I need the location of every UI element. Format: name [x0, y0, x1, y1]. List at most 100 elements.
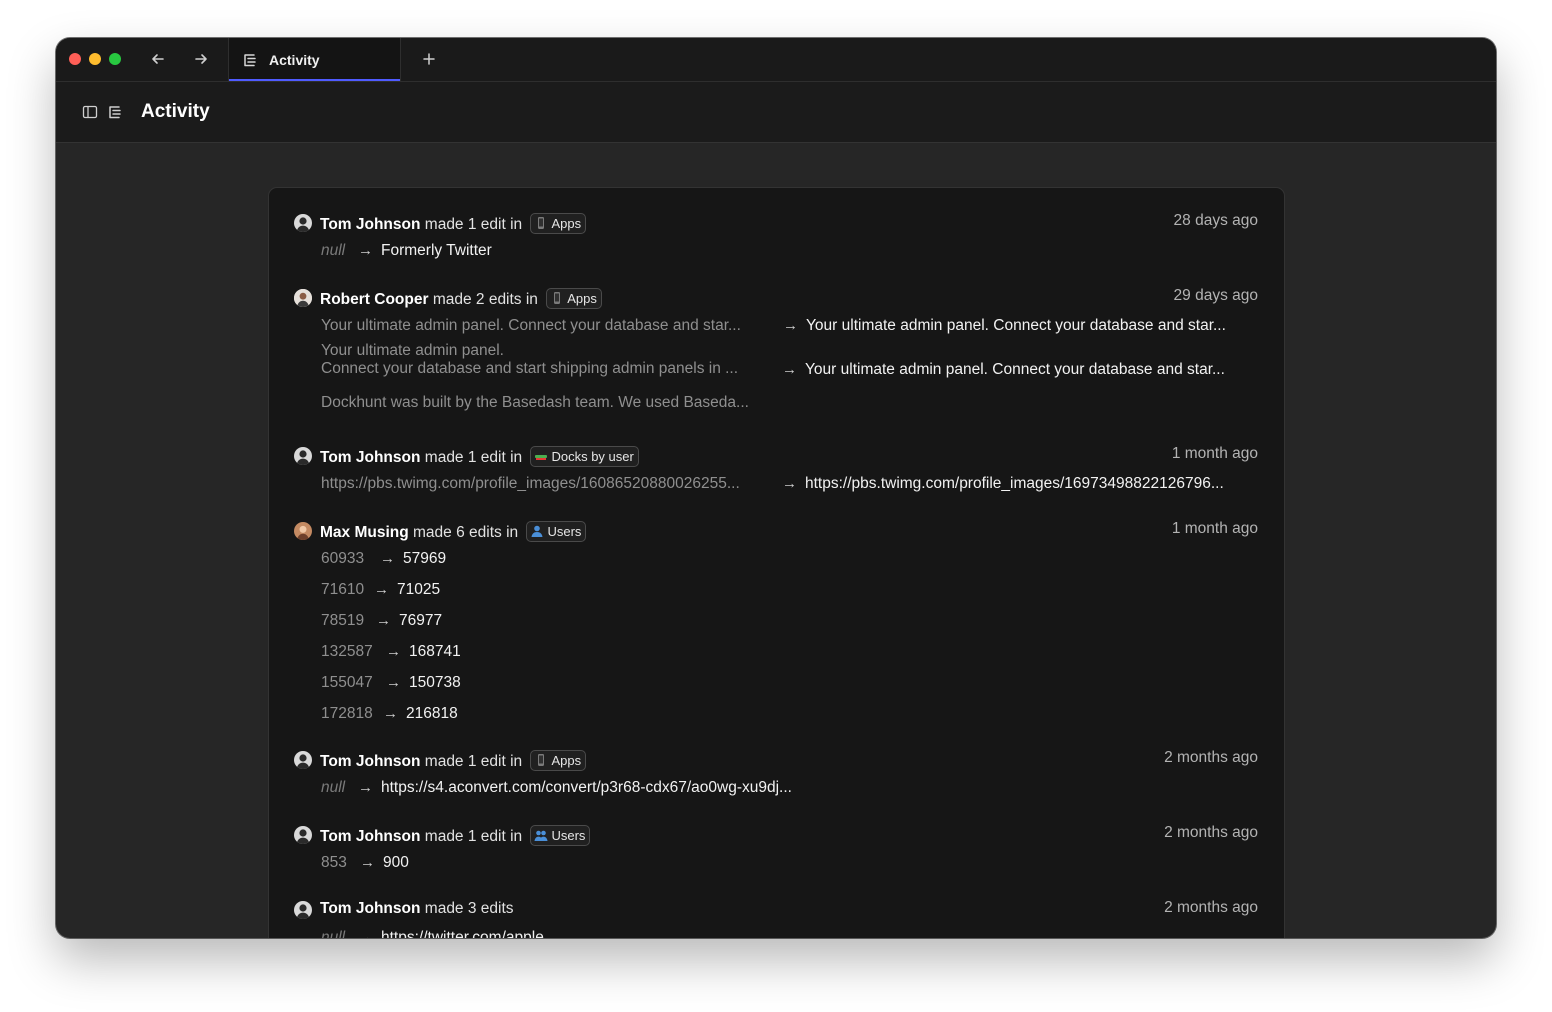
new-value: 150738 — [409, 674, 461, 691]
arrow-right-icon: → — [374, 581, 389, 598]
close-window-button[interactable] — [69, 53, 81, 65]
user-name[interactable]: Robert Cooper — [320, 291, 429, 308]
arrow-right-icon: → — [386, 643, 401, 660]
change-row: 853 → 900 — [269, 848, 1284, 879]
activity-entry: Robert Cooper made 2 edits in Apps 29 da… — [269, 285, 1284, 423]
table-badge[interactable]: Users — [526, 521, 587, 542]
table-name: Apps — [551, 216, 582, 231]
change-row: 172818 → 216818 — [269, 699, 1284, 730]
dock-icon — [535, 455, 548, 460]
old-value: 71610 — [321, 581, 365, 598]
old-value: 78519 — [321, 612, 365, 629]
timestamp: 29 days ago — [1173, 287, 1258, 304]
timestamp: 28 days ago — [1173, 212, 1258, 229]
table-badge[interactable]: Apps — [546, 288, 602, 309]
action-text: made 1 edit in — [424, 449, 523, 466]
arrow-right-icon — [195, 54, 207, 64]
user-name[interactable]: Max Musing — [320, 524, 409, 541]
action-text: made 2 edits in — [432, 291, 538, 308]
new-value: 168741 — [409, 643, 461, 660]
user-icon — [531, 525, 543, 537]
timestamp: 1 month ago — [1171, 445, 1258, 462]
arrow-right-icon: → — [360, 854, 375, 871]
timestamp: 2 months ago — [1164, 824, 1258, 841]
old-value-line: Connect your database and start shipping… — [321, 360, 739, 377]
table-name: Users — [547, 524, 582, 539]
arrow-right-icon: → — [782, 361, 797, 378]
activity-entry: Tom Johnson made 1 edit in Docks by user… — [269, 443, 1284, 500]
new-value: Your ultimate admin panel. Connect your … — [806, 317, 1226, 334]
user-name[interactable]: Tom Johnson — [320, 828, 420, 845]
change-row: null → https://twitter.com/apple — [269, 923, 1284, 938]
arrow-right-icon: → — [358, 779, 373, 796]
forward-button[interactable] — [189, 47, 213, 71]
new-value: 57969 — [403, 550, 447, 567]
action-text: made 1 edit in — [424, 216, 523, 233]
title-bar: Activity — [56, 38, 1496, 82]
activity-entry: Tom Johnson made 1 edit in Users 2 month… — [269, 822, 1284, 879]
tab-label: Activity — [269, 52, 320, 68]
new-value: Your ultimate admin panel. Connect your … — [805, 361, 1225, 378]
old-value: 60933 — [321, 550, 365, 567]
activity-feed: Tom Johnson made 1 edit in Apps 28 days … — [268, 187, 1285, 938]
new-tab-button[interactable] — [418, 48, 440, 70]
arrow-right-icon: → — [380, 550, 395, 567]
new-value: https://pbs.twimg.com/profile_images/169… — [805, 475, 1224, 492]
page-header: Activity — [56, 82, 1496, 143]
new-value: https://s4.aconvert.com/convert/p3r68-cd… — [381, 779, 792, 796]
minimize-window-button[interactable] — [89, 53, 101, 65]
old-value: Your ultimate admin panel. Connect your … — [321, 317, 741, 334]
users-icon — [534, 830, 548, 841]
change-row: https://pbs.twimg.com/profile_images/160… — [269, 469, 1284, 500]
user-name[interactable]: Tom Johnson — [320, 900, 420, 917]
arrow-left-icon — [152, 54, 164, 64]
avatar — [294, 447, 312, 465]
new-value: https://twitter.com/apple — [381, 929, 544, 938]
page-title: Activity — [141, 101, 210, 122]
table-badge[interactable]: Apps — [530, 213, 587, 234]
action-text: made 3 edits — [424, 900, 514, 917]
table-name: Docks by user — [551, 449, 634, 464]
user-name[interactable]: Tom Johnson — [320, 449, 420, 466]
avatar — [294, 826, 312, 844]
timestamp: 2 months ago — [1164, 749, 1258, 766]
activity-entry: Tom Johnson made 1 edit in Apps 28 days … — [269, 210, 1284, 267]
table-name: Apps — [551, 753, 582, 768]
old-value-line: Your ultimate admin panel. — [321, 342, 504, 359]
maximize-window-button[interactable] — [109, 53, 121, 65]
arrow-right-icon: → — [358, 929, 373, 938]
table-badge[interactable]: Apps — [530, 750, 587, 771]
mobile-phone-icon — [554, 292, 561, 304]
old-value: null — [321, 242, 346, 259]
old-value: null — [321, 929, 346, 938]
old-value: null — [321, 779, 346, 796]
user-name[interactable]: Tom Johnson — [320, 216, 420, 233]
old-value: https://pbs.twimg.com/profile_images/160… — [321, 475, 740, 492]
new-value: Formerly Twitter — [381, 242, 492, 259]
avatar — [294, 751, 312, 769]
change-row: Your ultimate admin panel. Connect your … — [269, 342, 1284, 392]
new-value: 900 — [383, 854, 409, 871]
app-window: Activity Activity Tom Johnson made 1 edi… — [56, 38, 1496, 938]
arrow-right-icon: → — [383, 705, 398, 722]
arrow-right-icon: → — [386, 674, 401, 691]
tab-activity[interactable]: Activity — [228, 38, 401, 81]
timestamp: 1 month ago — [1171, 520, 1258, 537]
change-row: Dockhunt was built by the Basedash team.… — [269, 392, 1284, 423]
change-row: 71610 → 71025 — [269, 575, 1284, 606]
timestamp: 2 months ago — [1164, 899, 1258, 916]
new-value: 76977 — [399, 612, 443, 629]
activity-list-icon — [108, 104, 124, 125]
activity-entry: Max Musing made 6 edits in Users 1 month… — [269, 518, 1284, 730]
mobile-phone-icon — [538, 754, 545, 766]
arrow-right-icon: → — [782, 475, 797, 492]
back-button[interactable] — [146, 47, 170, 71]
sidebar-toggle-icon[interactable] — [82, 104, 98, 125]
table-badge[interactable]: Docks by user — [530, 446, 639, 467]
active-tab-indicator — [229, 79, 400, 81]
user-name[interactable]: Tom Johnson — [320, 753, 420, 770]
action-text: made 1 edit in — [424, 753, 523, 770]
table-badge[interactable]: Users — [530, 825, 591, 846]
table-name: Apps — [567, 291, 597, 306]
new-value: 71025 — [397, 581, 441, 598]
